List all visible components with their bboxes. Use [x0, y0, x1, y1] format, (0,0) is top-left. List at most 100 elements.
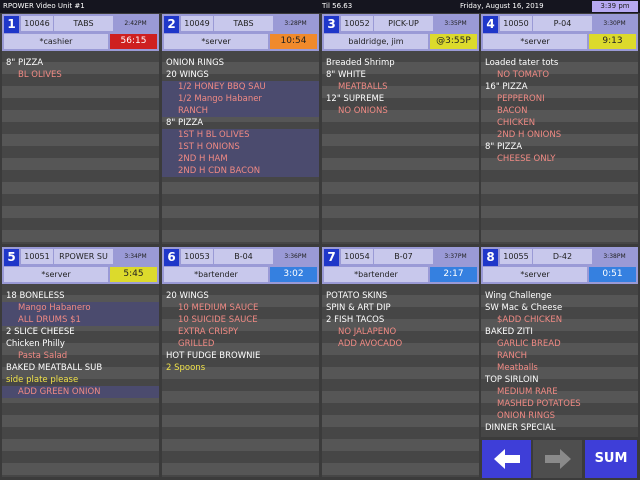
order-time: 3:38PM [603, 253, 626, 260]
list-item: HOT FUDGE BROWNIE [166, 351, 261, 361]
ticket-header: 1 10046 TABS 2:42PM *cashier 56:15 [2, 14, 159, 51]
list-item: Wing Challenge [485, 291, 552, 301]
list-item: 8" PIZZA [166, 118, 204, 128]
clock-display: 3:39 pm [592, 1, 638, 12]
list-item: 16" PIZZA [485, 82, 528, 92]
order-time: 3:34PM [124, 253, 147, 260]
order-ticket-8[interactable]: 8 10055 D-42 3:38PM *server 0:51 Wing Ch… [481, 247, 638, 437]
server-name: *bartender [164, 267, 268, 282]
list-item-modifier: GRILLED [178, 339, 215, 349]
list-item: 20 WINGS [166, 291, 209, 301]
order-ticket-5[interactable]: 5 10051 RPOWER SU 3:34PM *server 5:45 18… [2, 247, 159, 477]
check-number: 10050 [500, 16, 532, 31]
list-item-modifier: 2ND H ONIONS [497, 130, 562, 140]
list-item-modifier: 10 MEDIUM SAUCE [178, 303, 259, 313]
list-item-modifier: ONION RINGS [497, 411, 556, 421]
list-item-modifier: 1ST H ONIONS [162, 141, 319, 153]
server-name: *server [4, 267, 108, 282]
list-item: 2 SLICE CHEESE [6, 327, 75, 337]
list-item: 8" WHITE [326, 70, 366, 80]
order-ticket-2[interactable]: 2 10049 TABS 3:28PM *server 10:54 ONION … [162, 14, 319, 244]
list-item: TOP SIRLOIN [485, 375, 539, 385]
arrow-right-icon [545, 449, 571, 469]
list-item-modifier: Mango Habanero [2, 302, 159, 314]
server-name: *server [483, 34, 587, 49]
ticket-items: POTATO SKINS SPIN & ART DIP 2 FISH TACOS… [322, 290, 479, 350]
ticket-items: Wing Challenge SW Mac & Cheese $ADD CHIC… [481, 290, 638, 434]
ticket-number: 2 [164, 16, 179, 33]
ticket-number: 7 [324, 249, 339, 266]
server-name: *server [164, 34, 268, 49]
list-item-modifier: Pasta Salad [18, 351, 68, 361]
back-button[interactable] [482, 440, 531, 478]
list-item-modifier: CHICKEN [497, 118, 536, 128]
ticket-items: ONION RINGS 20 WINGS 1/2 HONEY BBQ SAU 1… [162, 57, 319, 177]
ticket-header: 3 10052 PICK-UP 3:35PM baldridge, jim @3… [322, 14, 479, 51]
list-item-modifier: NO JALAPENO [338, 327, 397, 337]
list-item-modifier: 10 SUICIDE SAUCE [178, 315, 258, 325]
elapsed-timer: 2:17 [430, 267, 477, 282]
list-item-modifier: ADD AVOCADO [338, 339, 403, 349]
order-time: 3:37PM [444, 253, 467, 260]
elapsed-timer: 56:15 [110, 34, 157, 49]
order-ticket-3[interactable]: 3 10052 PICK-UP 3:35PM baldridge, jim @3… [322, 14, 479, 244]
ticket-number: 4 [483, 16, 498, 33]
elapsed-timer: 0:51 [589, 267, 636, 282]
order-ticket-1[interactable]: 1 10046 TABS 2:42PM *cashier 56:15 8" PI… [2, 14, 159, 244]
order-time: 2:42PM [124, 20, 147, 27]
server-name: *cashier [4, 34, 108, 49]
customer-name: baldridge, jim [324, 34, 428, 49]
list-item: SW Mac & Cheese [485, 303, 563, 313]
ticket-header: 7 10054 B-07 3:37PM *bartender 2:17 [322, 247, 479, 284]
pickup-time: @3:55P [430, 34, 477, 49]
order-type: TABS [54, 16, 113, 31]
check-number: 10046 [21, 16, 53, 31]
elapsed-timer: 9:13 [589, 34, 636, 49]
ticket-header: 2 10049 TABS 3:28PM *server 10:54 [162, 14, 319, 51]
ticket-number: 5 [4, 249, 19, 266]
server-name: *bartender [324, 267, 428, 282]
sum-button[interactable]: SUM [585, 440, 637, 478]
list-item-modifier: CHEESE ONLY [497, 154, 556, 164]
forward-button[interactable] [533, 440, 582, 478]
check-number: 10055 [500, 249, 532, 264]
list-item-modifier: NO ONIONS [338, 106, 388, 116]
list-item-modifier: RANCH [497, 351, 528, 361]
check-number: 10053 [181, 249, 213, 264]
ticket-items: 18 BONELESS Mango Habanero ALL DRUMS $1 … [2, 290, 159, 398]
order-ticket-7[interactable]: 7 10054 B-07 3:37PM *bartender 2:17 POTA… [322, 247, 479, 477]
list-item: Breaded Shrimp [326, 58, 395, 68]
list-item-note: side plate please [6, 375, 79, 385]
list-item-modifier: ADD GREEN ONION [2, 386, 159, 398]
check-number: 10051 [21, 249, 53, 264]
app-title: RPOWER Video Unit #1 [3, 2, 85, 10]
ticket-items: 8" PIZZA BL OLIVES [2, 57, 159, 81]
ticket-header: 4 10050 P-04 3:30PM *server 9:13 [481, 14, 638, 51]
list-item: 8" PIZZA [6, 58, 44, 68]
list-item: 2 FISH TACOS [326, 315, 385, 325]
list-item: POTATO SKINS [326, 291, 388, 301]
list-item-modifier: 1/2 HONEY BBQ SAU [162, 81, 319, 93]
list-item-modifier: 2ND H CDN BACON [162, 165, 319, 177]
ticket-items: Loaded tater tots NO TOMATO 16" PIZZA PE… [481, 57, 638, 165]
order-type: P-04 [533, 16, 592, 31]
list-item: Loaded tater tots [485, 58, 559, 68]
order-ticket-4[interactable]: 4 10050 P-04 3:30PM *server 9:13 Loaded … [481, 14, 638, 244]
til-readout: Til 56.63 [322, 2, 353, 10]
order-ticket-6[interactable]: 6 10053 B-04 3:36PM *bartender 3:02 20 W… [162, 247, 319, 477]
list-item-note: 2 Spoons [166, 363, 206, 373]
order-type: PICK-UP [374, 16, 433, 31]
list-item: ONION RINGS [166, 58, 225, 68]
list-item: Chicken Philly [6, 339, 65, 349]
list-item-modifier: $ADD CHICKEN [497, 315, 563, 325]
order-time: 3:35PM [444, 20, 467, 27]
list-item: SPIN & ART DIP [326, 303, 391, 313]
ticket-number: 3 [324, 16, 339, 33]
list-item-modifier: 1/2 Mango Habaner [162, 93, 319, 105]
ticket-items: 20 WINGS 10 MEDIUM SAUCE 10 SUICIDE SAUC… [162, 290, 319, 374]
list-item: 12" SUPREME [326, 94, 385, 104]
list-item-modifier: ALL DRUMS $1 [2, 314, 159, 326]
list-item-modifier: GARLIC BREAD [497, 339, 561, 349]
list-item: 20 WINGS [166, 70, 209, 80]
list-item: DINNER SPECIAL [485, 423, 556, 433]
